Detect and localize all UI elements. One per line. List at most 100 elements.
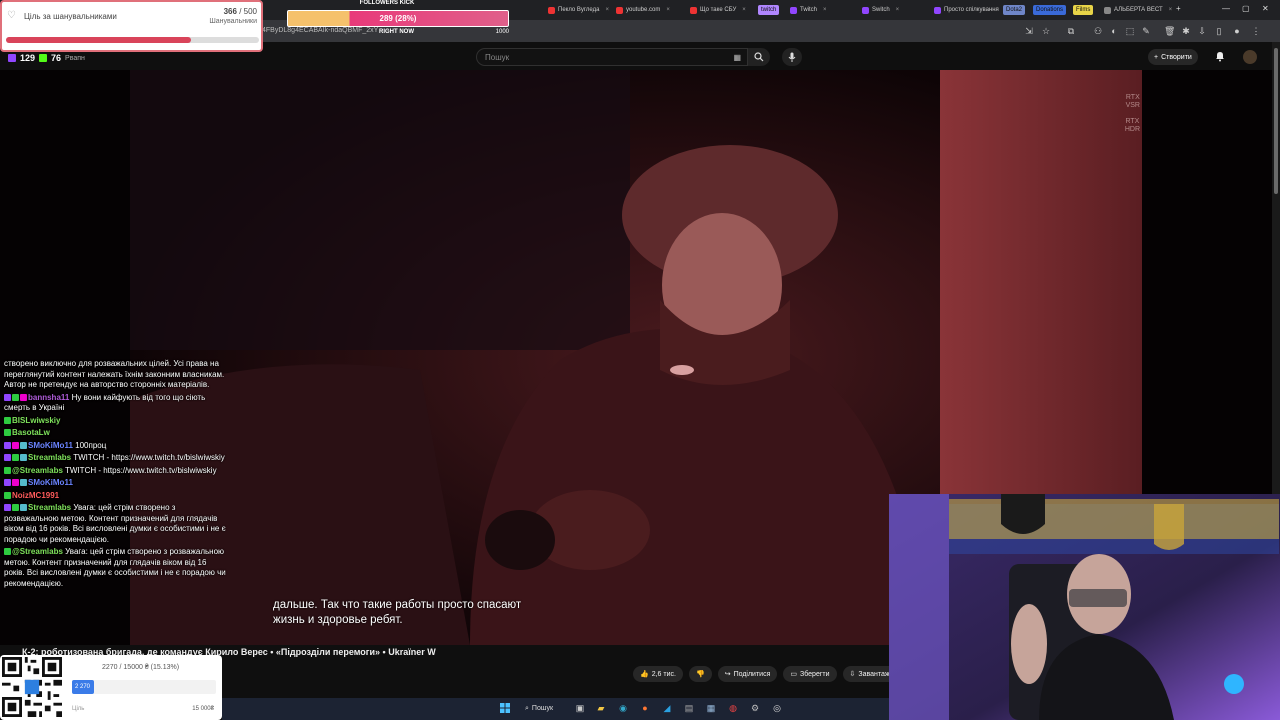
maximize-icon[interactable]: ▢	[1242, 4, 1250, 13]
tab-label: youtube.com	[626, 7, 661, 13]
share-button[interactable]: ↪ Поділитися	[717, 666, 778, 682]
taskbar-search[interactable]: ⌕ Пошук	[521, 702, 557, 715]
search-button[interactable]	[748, 48, 770, 66]
file-explorer-icon[interactable]: ▰	[594, 701, 608, 715]
chat-message: BISLwiwskiy	[4, 416, 228, 427]
settings-gear-icon[interactable]: ⚙	[748, 701, 762, 715]
goal-title: Ціль за шанувальниками	[24, 12, 117, 21]
tab-favicon-icon	[548, 6, 555, 14]
browser-tab[interactable]: Пекло Вугледа ×	[544, 3, 613, 17]
extension-icon[interactable]: ⚇	[1093, 26, 1103, 36]
browser-tab[interactable]: Просто спілкування×	[930, 3, 1012, 17]
chat-username: Streamlabs	[28, 503, 72, 512]
video-subtitles: дальше. Так что такие работы просто спас…	[273, 598, 521, 628]
split-view-icon[interactable]: ▯	[1214, 26, 1224, 36]
tab-label: Пекло Вугледа	[558, 7, 600, 13]
bookmark-group-chip[interactable]: twitch	[758, 5, 780, 15]
app-icon[interactable]: ▦	[704, 701, 718, 715]
telegram-icon[interactable]: ◢	[660, 701, 674, 715]
extension-icon[interactable]: ⧉	[1066, 26, 1076, 36]
scrollbar-thumb[interactable]	[1274, 48, 1278, 194]
download-icon[interactable]: ⇩	[1197, 26, 1207, 36]
keyboard-icon[interactable]: ▦	[733, 53, 741, 62]
kick-followers-widget: FOLLOWERS KICK 289 (28%) RIGHT NOW 1000	[287, 0, 509, 38]
chat-badge-icon	[4, 548, 11, 556]
microphone-icon	[788, 52, 796, 62]
tab-favicon-icon	[934, 6, 941, 14]
extension-icon[interactable]: ✎	[1141, 26, 1151, 36]
extension-icon[interactable]: ◐	[1109, 26, 1119, 36]
search-placeholder: Пошук	[485, 53, 510, 62]
bookmark-star-icon[interactable]: ☆	[1041, 26, 1051, 36]
tab-label: Що таке СБУ	[700, 7, 737, 13]
notifications-bell-icon[interactable]	[1214, 50, 1226, 62]
bookmark-group-chip[interactable]: Dota2	[1003, 5, 1026, 15]
dislike-button[interactable]: 👎	[688, 666, 712, 682]
taskbar-search-label: Пошук	[531, 705, 554, 712]
goal-current: 366	[223, 7, 237, 16]
donation-progress-fill: 2 270	[72, 680, 94, 694]
chat-text: TWITCH - https://www.twitch.tv/bislwiwsk…	[65, 465, 217, 475]
install-icon[interactable]: ⇲	[1024, 26, 1034, 36]
user-avatar[interactable]	[1243, 50, 1257, 64]
chat-message: створено виключно для розважальних цілей…	[4, 359, 228, 391]
puzzle-icon[interactable]: ✱	[1181, 26, 1191, 36]
chat-username: SMoKiMo11	[28, 440, 73, 450]
search-input[interactable]: Пошук ▦	[476, 48, 748, 66]
close-tab-icon[interactable]: ×	[666, 7, 670, 13]
chat-badge-icon	[4, 441, 11, 449]
obs-icon[interactable]: ◎	[770, 701, 784, 715]
kick-header: FOLLOWERS KICK	[359, 0, 415, 6]
close-tab-icon[interactable]: ×	[742, 7, 746, 13]
tab-label: Просто спілкування	[944, 7, 999, 13]
kick-label-max: 1000	[495, 29, 509, 35]
browser-tab[interactable]: АЛЬБЕРТА ВЕСТ ×	[1100, 3, 1176, 17]
close-tab-icon[interactable]: ×	[823, 7, 827, 13]
download-icon: ⇩	[849, 671, 856, 678]
close-window-icon[interactable]: ✕	[1262, 4, 1269, 13]
browser-tab[interactable]: Twitch ×	[786, 3, 831, 17]
save-button[interactable]: ▭ Зберегти	[783, 666, 837, 682]
start-button[interactable]	[498, 701, 512, 715]
donation-progress-track: 2 270	[72, 680, 216, 694]
browser-tab[interactable]: Що таке СБУ ×	[686, 3, 750, 17]
chat-text: 100проц	[75, 440, 107, 450]
like-button[interactable]: 👍 2,6 тис.	[633, 666, 683, 682]
close-tab-icon[interactable]: ×	[605, 7, 609, 13]
kick-icon	[39, 54, 48, 62]
close-tab-icon[interactable]: ×	[896, 7, 900, 13]
qr-code-icon	[2, 657, 62, 717]
close-tab-icon[interactable]: ×	[1169, 7, 1173, 13]
browser-tab[interactable]: Switch ×	[858, 3, 903, 17]
voice-search-button[interactable]	[782, 48, 802, 66]
app-icon[interactable]: ▤	[682, 701, 696, 715]
extension-icon[interactable]: ⬚	[1125, 26, 1135, 36]
share-label: Поділитися	[733, 670, 771, 678]
chat-username: SMoKiMo11	[28, 478, 73, 487]
video-actions: 👍 2,6 тис. 👎 ↪ Поділитися ▭ Зберегти ⇩ Заван…	[633, 666, 908, 682]
minimize-icon[interactable]: —	[1222, 4, 1230, 13]
chat-badge-icon	[12, 441, 19, 449]
chat-badge-icon	[12, 479, 19, 487]
create-label: Створити	[1161, 53, 1192, 61]
chat-username: @Streamlabs	[12, 465, 63, 475]
bookmark-group-chip[interactable]: Donations	[1033, 5, 1067, 15]
firefox-icon[interactable]: ●	[638, 701, 652, 715]
chat-message: bannsha11 Ну вони кайфують від того що с…	[4, 393, 228, 414]
goal-count: 366 / 500	[223, 7, 257, 16]
new-tab-icon[interactable]: +	[1176, 4, 1181, 13]
app-icon[interactable]: ◉	[616, 701, 630, 715]
create-button[interactable]: + Створити	[1148, 49, 1198, 65]
rtx-hdr-indicator: RTX HDR	[1124, 118, 1140, 133]
browser-tab[interactable]: youtube.com ×	[612, 3, 674, 17]
menu-dots-icon[interactable]: ⋮	[1251, 26, 1261, 36]
save-icon: ▭	[790, 671, 797, 678]
profile-icon[interactable]: ●	[1232, 26, 1242, 36]
chat-username: BISLwiwskiy	[12, 415, 61, 425]
donation-goal-text: 2270 / 15000 ₴ (15.13%)	[102, 664, 180, 671]
task-view-icon[interactable]: ▣	[573, 701, 587, 715]
trash-icon[interactable]: 🗑	[1164, 26, 1175, 36]
bookmark-group-chip[interactable]: Films	[1073, 5, 1094, 15]
chrome-icon[interactable]: ◍	[726, 701, 740, 715]
chat-username: NoizMC1991	[12, 490, 60, 500]
